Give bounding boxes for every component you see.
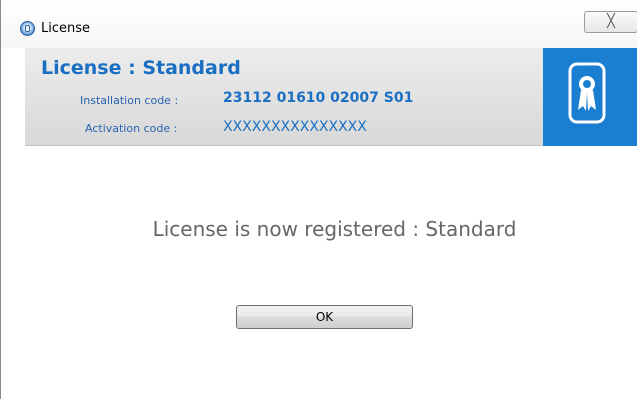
- certificate-ribbon-icon: [568, 62, 606, 124]
- activation-code-label: Activation code :: [85, 122, 178, 135]
- license-type-title: License : Standard: [41, 57, 241, 79]
- ok-button[interactable]: OK: [236, 305, 413, 329]
- installation-code-value: 23112 01610 02007 S01: [223, 90, 414, 106]
- badge-panel: [543, 48, 637, 146]
- installation-code-label: Installation code :: [80, 94, 179, 107]
- license-dialog: License ╳ License : Standard Installatio…: [0, 0, 637, 399]
- window-title: License: [41, 21, 91, 36]
- title-bar[interactable]: License ╳: [1, 0, 637, 48]
- app-icon: [20, 21, 35, 36]
- activation-code-value: XXXXXXXXXXXXXXX: [223, 119, 367, 135]
- header-left-margin: [1, 48, 25, 146]
- close-button[interactable]: ╳: [584, 11, 637, 33]
- registration-status-message: License is now registered : Standard: [152, 217, 517, 241]
